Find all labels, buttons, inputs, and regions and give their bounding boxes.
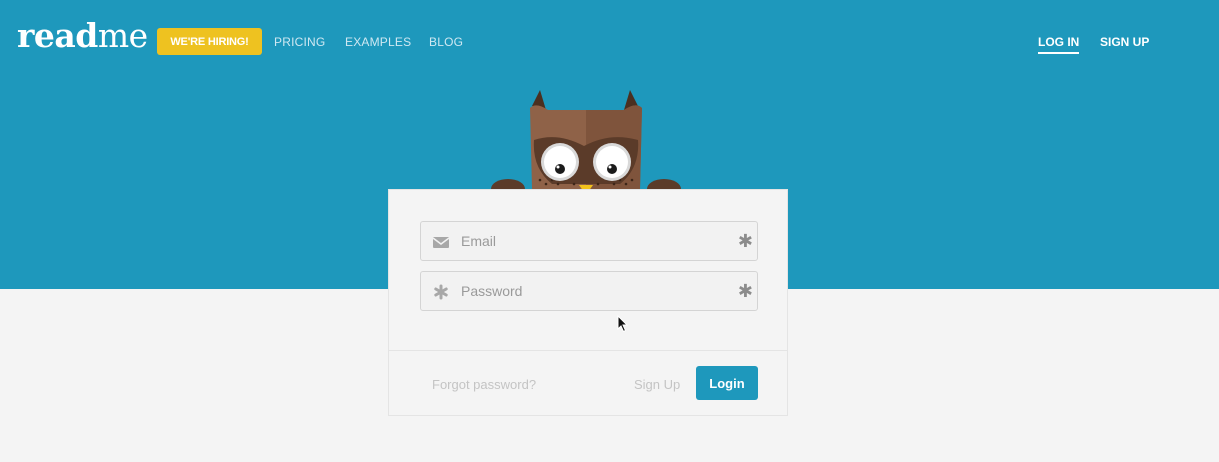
login-card: ✱ ✱ Forgot password? Sign Up Login	[388, 189, 788, 416]
nav-examples[interactable]: EXAMPLES	[345, 35, 411, 49]
logo-text-light: me	[97, 16, 148, 55]
nav-blog[interactable]: BLOG	[429, 35, 463, 49]
owl-mascot-icon	[491, 90, 681, 199]
hiring-button[interactable]: WE'RE HIRING!	[157, 28, 262, 55]
login-button[interactable]: Login	[696, 366, 758, 400]
email-input[interactable]	[461, 222, 741, 260]
logo-text-bold: read	[17, 16, 98, 55]
nav-login[interactable]: LOG IN	[1038, 35, 1080, 54]
email-field[interactable]: ✱	[420, 221, 758, 261]
mouse-cursor-icon	[617, 315, 629, 333]
nav-signup[interactable]: SIGN UP	[1100, 35, 1149, 49]
required-mark: ✱	[737, 281, 753, 301]
password-input[interactable]	[461, 272, 741, 310]
asterisk-icon	[434, 284, 448, 300]
card-divider	[389, 350, 787, 351]
password-field[interactable]: ✱	[420, 271, 758, 311]
nav-pricing[interactable]: PRICING	[274, 35, 325, 49]
envelope-icon	[433, 237, 449, 248]
forgot-password-link[interactable]: Forgot password?	[432, 377, 536, 392]
signup-link[interactable]: Sign Up	[634, 377, 680, 392]
required-mark: ✱	[737, 231, 753, 251]
readme-logo[interactable]: readme	[17, 16, 148, 56]
